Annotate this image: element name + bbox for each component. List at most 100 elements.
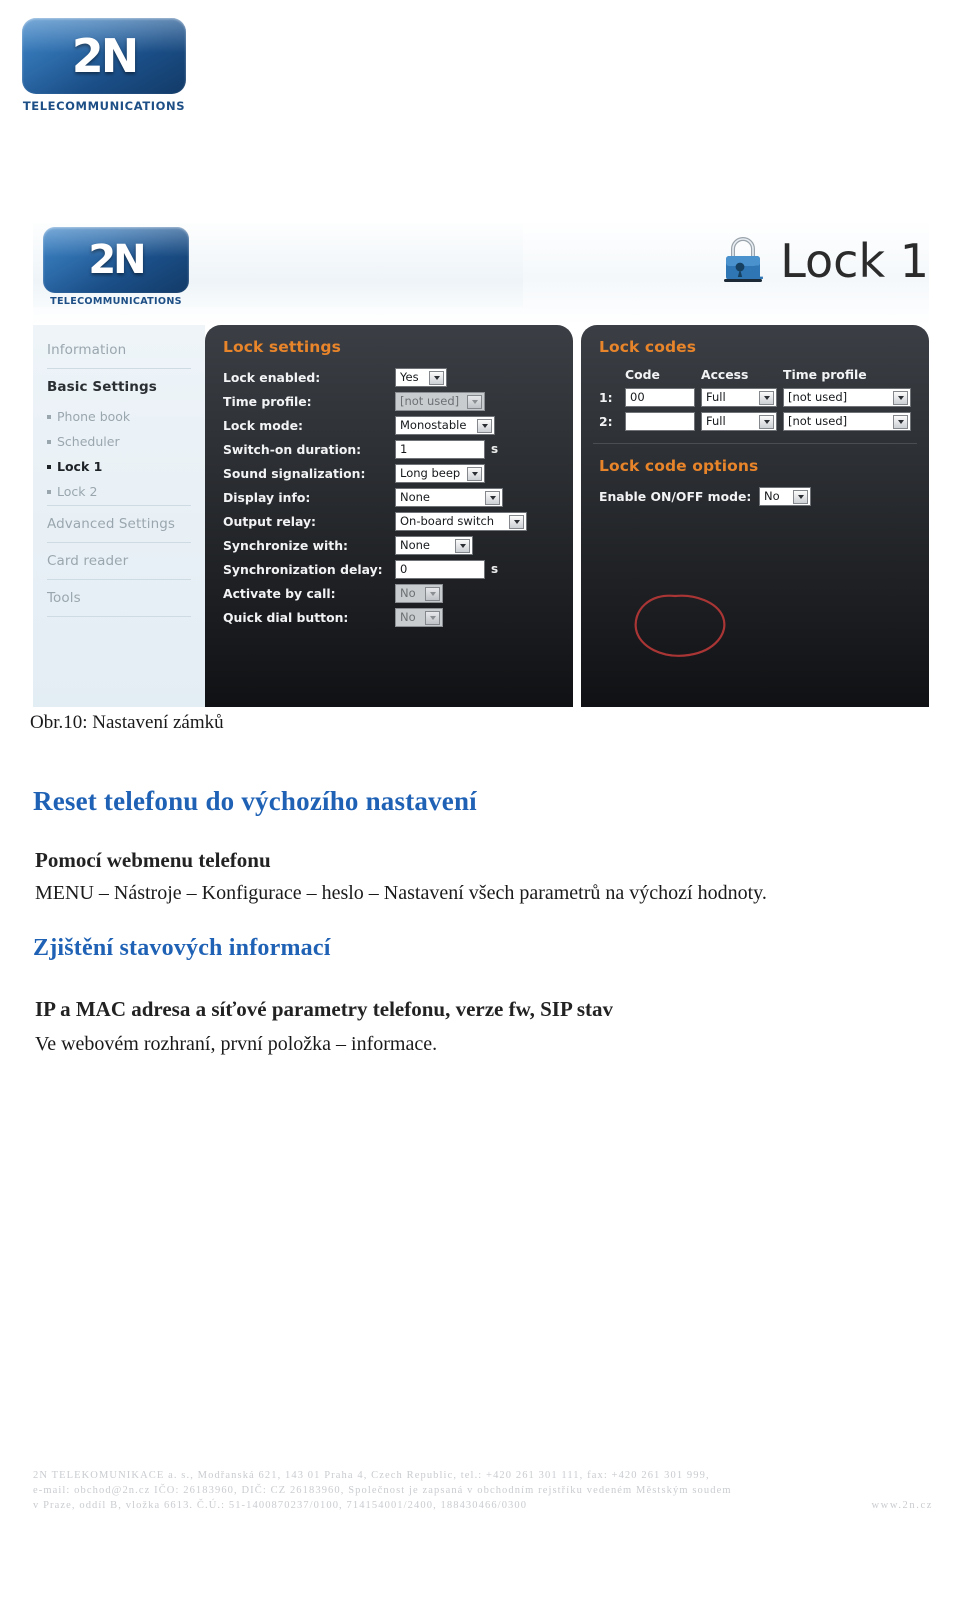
lock-code-2-time-profile-select[interactable]: [not used] <box>783 411 911 431</box>
chevron-down-icon[interactable] <box>425 610 440 625</box>
field-label: Time profile: <box>223 393 312 409</box>
lock-enabled-select[interactable]: Yes <box>395 367 447 387</box>
chevron-down-icon[interactable] <box>759 414 774 429</box>
chevron-down-icon[interactable] <box>477 418 492 433</box>
quick-dial-button-select[interactable]: No <box>395 607 443 627</box>
section2-subheading: IP a MAC adresa a síťové parametry telef… <box>35 997 614 1021</box>
lock-codes-table-header: Code Access Time profile <box>581 365 929 385</box>
activate-by-call-select[interactable]: No <box>395 583 443 603</box>
field-label: Lock enabled: <box>223 369 321 385</box>
input-value: 1 <box>400 442 408 456</box>
field-synchronization-delay: Synchronization delay: 0 s <box>205 557 573 581</box>
select-value: None <box>400 490 431 504</box>
field-switch-on-duration: Switch-on duration: 1 s <box>205 437 573 461</box>
chevron-down-icon[interactable] <box>467 394 482 409</box>
chevron-down-icon[interactable] <box>759 390 774 405</box>
chevron-down-icon[interactable] <box>425 586 440 601</box>
lock-code-2-access-select[interactable]: Full <box>701 411 777 431</box>
app-logo-wordmark: TELECOMMUNICATIONS <box>50 296 182 307</box>
footer-line-3-text: v Praze, oddíl B, vložka 6613. Č.Ú.: 51-… <box>33 1500 528 1511</box>
row-index: 2: <box>599 413 613 429</box>
brand-logo-wordmark: TELECOMMUNICATIONS <box>22 99 186 113</box>
app-logo-mark: 2N <box>88 237 146 283</box>
sidebar-item-phone-book[interactable]: Phone book <box>47 404 191 429</box>
field-activate-by-call: Activate by call: No <box>205 581 573 605</box>
field-lock-enabled: Lock enabled: Yes <box>205 365 573 389</box>
field-sound-signalization: Sound signalization: Long beep <box>205 461 573 485</box>
nav-divider <box>47 542 191 543</box>
page-brand-logo: 2N TELECOMMUNICATIONS <box>22 18 186 118</box>
brand-logo-mark: 2N <box>71 29 140 83</box>
select-value: Full <box>706 414 726 428</box>
chevron-down-icon[interactable] <box>793 489 808 504</box>
time-profile-select[interactable]: [not used] <box>395 391 485 411</box>
lock-code-row-2: 2: Full [not used] <box>581 409 929 433</box>
section-heading-reset: Reset telefonu do výchozího nastavení <box>33 786 477 816</box>
synchronize-with-select[interactable]: None <box>395 535 473 555</box>
synchronization-delay-input[interactable]: 0 <box>395 559 485 579</box>
sound-signalization-select[interactable]: Long beep <box>395 463 485 483</box>
field-label: Switch-on duration: <box>223 441 362 457</box>
input-value: 0 <box>400 562 408 576</box>
footer-website[interactable]: www.2n.cz <box>871 1498 933 1513</box>
lock-code-1-time-profile-select[interactable]: [not used] <box>783 387 911 407</box>
chevron-down-icon[interactable] <box>485 490 500 505</box>
select-value: Full <box>706 390 726 404</box>
field-time-profile: Time profile: [not used] <box>205 389 573 413</box>
sidebar-item-advanced-settings[interactable]: Advanced Settings <box>47 507 191 541</box>
sidebar-item-scheduler[interactable]: Scheduler <box>47 429 191 454</box>
lock-code-options-title: Lock code options <box>599 457 759 475</box>
field-output-relay: Output relay: On-board switch <box>205 509 573 533</box>
lock-mode-select[interactable]: Monostable <box>395 415 495 435</box>
sidebar-item-card-reader[interactable]: Card reader <box>47 544 191 578</box>
field-label: Display info: <box>223 489 311 505</box>
field-label: Output relay: <box>223 513 316 529</box>
enable-on-off-mode-select[interactable]: No <box>759 486 811 506</box>
select-value: Yes <box>400 370 419 384</box>
chevron-down-icon[interactable] <box>893 390 908 405</box>
footer-line-2: e-mail: obchod@2n.cz IČO: 26183960, DIČ:… <box>33 1485 732 1496</box>
nav-divider <box>47 616 191 617</box>
chevron-down-icon[interactable] <box>893 414 908 429</box>
display-info-select[interactable]: None <box>395 487 503 507</box>
chevron-down-icon[interactable] <box>429 370 444 385</box>
chevron-down-icon[interactable] <box>467 466 482 481</box>
field-label: Enable ON/OFF mode: <box>599 488 752 504</box>
select-value: [not used] <box>788 390 848 404</box>
select-value: No <box>400 610 416 624</box>
brand-logo-tile: 2N <box>22 18 186 94</box>
lock-code-1-access-select[interactable]: Full <box>701 387 777 407</box>
lock-code-1-field[interactable]: 00 <box>625 387 695 407</box>
page-footer: 2N TELEKOMUNIKACE a. s., Modřanská 621, … <box>33 1468 933 1513</box>
nav-divider <box>47 368 191 369</box>
field-label: Lock mode: <box>223 417 303 433</box>
select-value: Monostable <box>400 418 467 432</box>
lock-settings-title: Lock settings <box>223 338 341 356</box>
footer-line-1: 2N TELEKOMUNIKACE a. s., Modřanská 621, … <box>33 1470 710 1481</box>
sidebar-item-basic-settings[interactable]: Basic Settings <box>47 370 191 404</box>
select-value: [not used] <box>400 394 460 408</box>
select-value: [not used] <box>788 414 848 428</box>
lock-settings-panel: Lock settings Lock enabled: Yes Time pro… <box>205 325 573 707</box>
sidebar-item-lock-2[interactable]: Lock 2 <box>47 479 191 504</box>
chevron-down-icon[interactable] <box>509 514 524 529</box>
column-code: Code <box>625 367 660 382</box>
app-logo[interactable]: 2N TELECOMMUNICATIONS <box>43 227 189 319</box>
lock-code-row-1: 1: 00 Full [not used] <box>581 385 929 409</box>
sidebar-item-tools[interactable]: Tools <box>47 581 191 615</box>
padlock-1-icon: 1 <box>720 235 766 287</box>
sidebar-item-information[interactable]: Information <box>47 333 191 367</box>
lock-code-2-field[interactable] <box>625 411 695 431</box>
sidebar-nav: Information Basic Settings Phone book Sc… <box>33 325 205 707</box>
field-enable-on-off-mode: Enable ON/OFF mode: No <box>581 484 929 508</box>
section-heading-status-info: Zjištění stavových informací <box>33 935 331 961</box>
output-relay-select[interactable]: On-board switch <box>395 511 527 531</box>
column-index <box>599 367 625 382</box>
row-index: 1: <box>599 389 613 405</box>
field-label: Activate by call: <box>223 585 336 601</box>
chevron-down-icon[interactable] <box>455 538 470 553</box>
embedded-screenshot: 2N TELECOMMUNICATIONS 1 Lock 1 Informati… <box>33 221 929 707</box>
field-label: Sound signalization: <box>223 465 366 481</box>
switch-on-duration-input[interactable]: 1 <box>395 439 485 459</box>
sidebar-item-lock-1[interactable]: Lock 1 <box>47 454 191 479</box>
